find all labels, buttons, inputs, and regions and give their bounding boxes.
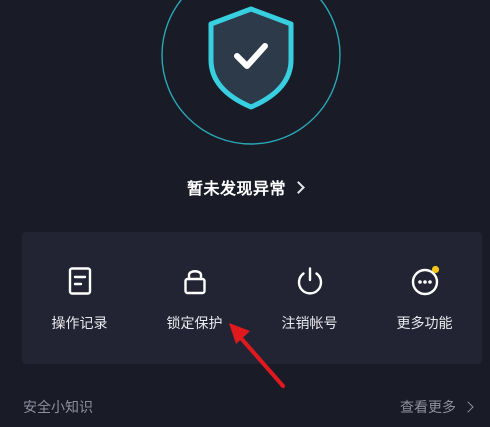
security-status-graphic bbox=[0, 0, 490, 170]
action-label: 更多功能 bbox=[396, 316, 453, 332]
document-icon bbox=[68, 267, 92, 295]
power-icon bbox=[297, 267, 323, 295]
action-label: 锁定保护 bbox=[166, 316, 223, 332]
action-cancel-account-button[interactable]: 注销帐号 bbox=[252, 232, 367, 364]
security-tips-section-header: 安全小知识 查看更多 bbox=[0, 390, 490, 424]
notification-badge bbox=[431, 265, 440, 274]
scan-status-link[interactable]: 暂未发现异常 bbox=[0, 172, 490, 202]
view-more-link[interactable]: 查看更多 bbox=[400, 397, 474, 417]
action-more-features-button[interactable]: 更多功能 bbox=[367, 232, 482, 364]
more-dots-icon bbox=[411, 265, 440, 296]
scan-status-text: 暂未发现异常 bbox=[186, 179, 286, 198]
action-label: 操作记录 bbox=[51, 316, 108, 332]
action-label: 注销帐号 bbox=[281, 316, 338, 332]
lock-icon bbox=[184, 270, 206, 295]
chevron-right-icon bbox=[292, 181, 305, 194]
security-tips-title: 安全小知识 bbox=[23, 400, 93, 416]
shield-check-icon bbox=[161, 0, 341, 145]
action-operation-log-button[interactable]: 操作记录 bbox=[22, 232, 137, 364]
security-actions-panel: 操作记录 锁定保护 注销帐号 更多功能 bbox=[22, 232, 482, 364]
chevron-right-icon bbox=[462, 401, 474, 413]
action-lock-protection-button[interactable]: 锁定保护 bbox=[137, 232, 252, 364]
view-more-label: 查看更多 bbox=[400, 400, 456, 416]
